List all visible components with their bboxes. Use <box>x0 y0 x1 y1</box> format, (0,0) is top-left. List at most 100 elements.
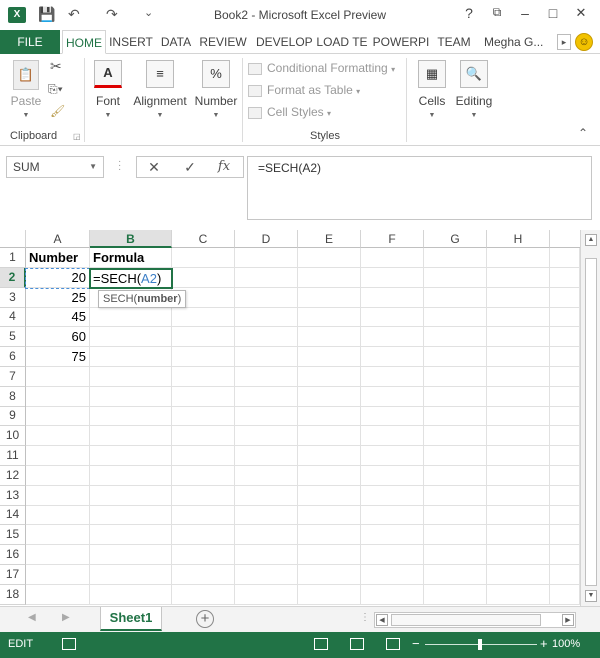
cell-partial[interactable] <box>550 465 580 486</box>
cell-f1[interactable] <box>361 248 424 268</box>
cell-b8[interactable] <box>90 386 172 407</box>
cut-icon[interactable]: ✂ <box>50 58 62 75</box>
cell-h6[interactable] <box>487 347 550 367</box>
cell-a6[interactable]: 75 <box>26 347 90 367</box>
cell-d11[interactable] <box>235 446 298 466</box>
row-header-15[interactable]: 15 <box>0 525 26 546</box>
tab-home[interactable]: HOME <box>62 30 106 54</box>
row-header-8[interactable]: 8 <box>0 386 26 407</box>
cell-h13[interactable] <box>487 485 550 506</box>
cell-d1[interactable] <box>235 248 298 268</box>
formula-input[interactable]: =SECH(A2) <box>247 156 592 220</box>
cell-b6[interactable] <box>90 347 172 367</box>
zoom-level[interactable]: 100% <box>552 638 580 650</box>
cell-a12[interactable] <box>26 465 90 486</box>
column-header-c[interactable]: C <box>172 230 235 248</box>
cell-a9[interactable] <box>26 406 90 427</box>
cell-partial[interactable] <box>550 366 580 387</box>
cell-e12[interactable] <box>298 465 361 486</box>
tab-file[interactable]: FILE <box>0 30 60 54</box>
cell-e11[interactable] <box>298 446 361 466</box>
function-tooltip[interactable]: SECH(number) <box>98 290 187 308</box>
cell-g17[interactable] <box>424 564 487 585</box>
cell-a17[interactable] <box>26 564 90 585</box>
cell-a10[interactable] <box>26 426 90 447</box>
tab-develop[interactable]: DEVELOP <box>256 30 313 54</box>
cell-h4[interactable] <box>487 307 550 328</box>
cell-a4[interactable]: 45 <box>26 307 90 328</box>
horizontal-scrollbar[interactable]: ◀ ▶ <box>374 612 576 628</box>
cell-e7[interactable] <box>298 366 361 387</box>
tab-insert[interactable]: INSERT <box>108 30 154 54</box>
help-button[interactable]: ? <box>458 5 480 21</box>
cell-partial[interactable] <box>550 584 580 605</box>
column-header-partial[interactable] <box>550 230 580 248</box>
cell-h11[interactable] <box>487 446 550 466</box>
cell-b16[interactable] <box>90 545 172 565</box>
cell-g13[interactable] <box>424 485 487 506</box>
cell-partial[interactable] <box>550 386 580 407</box>
row-header-14[interactable]: 14 <box>0 505 26 526</box>
cell-f6[interactable] <box>361 347 424 367</box>
cell-b18[interactable] <box>90 584 172 605</box>
cell-a16[interactable] <box>26 545 90 565</box>
cell-d7[interactable] <box>235 366 298 387</box>
cell-g9[interactable] <box>424 406 487 427</box>
hscroll-thumb[interactable] <box>391 614 541 626</box>
cell-b12[interactable] <box>90 465 172 486</box>
cell-d3[interactable] <box>235 287 298 308</box>
cell-d13[interactable] <box>235 485 298 506</box>
row-header-12[interactable]: 12 <box>0 465 26 486</box>
cell-g2[interactable] <box>424 267 487 288</box>
cell-styles-button[interactable]: Cell Styles ▾ <box>248 102 331 122</box>
font-button[interactable]: A Font ▼ <box>88 60 128 119</box>
cell-f13[interactable] <box>361 485 424 506</box>
cell-h18[interactable] <box>487 584 550 605</box>
tooltip-argument[interactable]: number <box>137 293 177 305</box>
cell-f16[interactable] <box>361 545 424 565</box>
insert-function-icon[interactable]: fx <box>213 159 235 174</box>
column-header-e[interactable]: E <box>298 230 361 248</box>
cell-g15[interactable] <box>424 525 487 546</box>
column-header-a[interactable]: A <box>26 230 90 248</box>
tab-data[interactable]: DATA <box>157 30 195 54</box>
cell-g14[interactable] <box>424 505 487 526</box>
page-layout-view-icon[interactable] <box>350 638 364 650</box>
cell-e9[interactable] <box>298 406 361 427</box>
cell-b15[interactable] <box>90 525 172 546</box>
scroll-thumb[interactable] <box>585 258 597 586</box>
cell-g12[interactable] <box>424 465 487 486</box>
cell-d6[interactable] <box>235 347 298 367</box>
cell-g6[interactable] <box>424 347 487 367</box>
undo-icon[interactable]: ↶ <box>68 6 80 23</box>
cell-g4[interactable] <box>424 307 487 328</box>
cell-h9[interactable] <box>487 406 550 427</box>
cell-h14[interactable] <box>487 505 550 526</box>
cell-h16[interactable] <box>487 545 550 565</box>
cell-f8[interactable] <box>361 386 424 407</box>
cell-g16[interactable] <box>424 545 487 565</box>
column-header-f[interactable]: F <box>361 230 424 248</box>
format-painter-icon[interactable]: 🖌 <box>50 104 65 118</box>
cell-d2[interactable] <box>235 267 298 288</box>
cell-d8[interactable] <box>235 386 298 407</box>
cell-f7[interactable] <box>361 366 424 387</box>
cell-d5[interactable] <box>235 327 298 348</box>
row-header-2[interactable]: 2 <box>0 267 26 288</box>
cell-f9[interactable] <box>361 406 424 427</box>
alignment-button[interactable]: ≡ Alignment ▼ <box>130 60 190 119</box>
prev-sheet-icon[interactable]: ◀ <box>28 612 36 623</box>
cell-h8[interactable] <box>487 386 550 407</box>
cell-f3[interactable] <box>361 287 424 308</box>
cell-c6[interactable] <box>172 347 235 367</box>
cell-reference[interactable]: A2 <box>141 271 157 286</box>
cell-e15[interactable] <box>298 525 361 546</box>
cell-e14[interactable] <box>298 505 361 526</box>
cell-d4[interactable] <box>235 307 298 328</box>
cell-c2[interactable] <box>172 267 235 288</box>
cell-partial[interactable] <box>550 248 580 268</box>
ribbon-display-button[interactable]: ⧉ <box>486 5 508 20</box>
cell-h1[interactable] <box>487 248 550 268</box>
cell-a7[interactable] <box>26 366 90 387</box>
enter-icon[interactable]: ✓ <box>179 159 201 176</box>
